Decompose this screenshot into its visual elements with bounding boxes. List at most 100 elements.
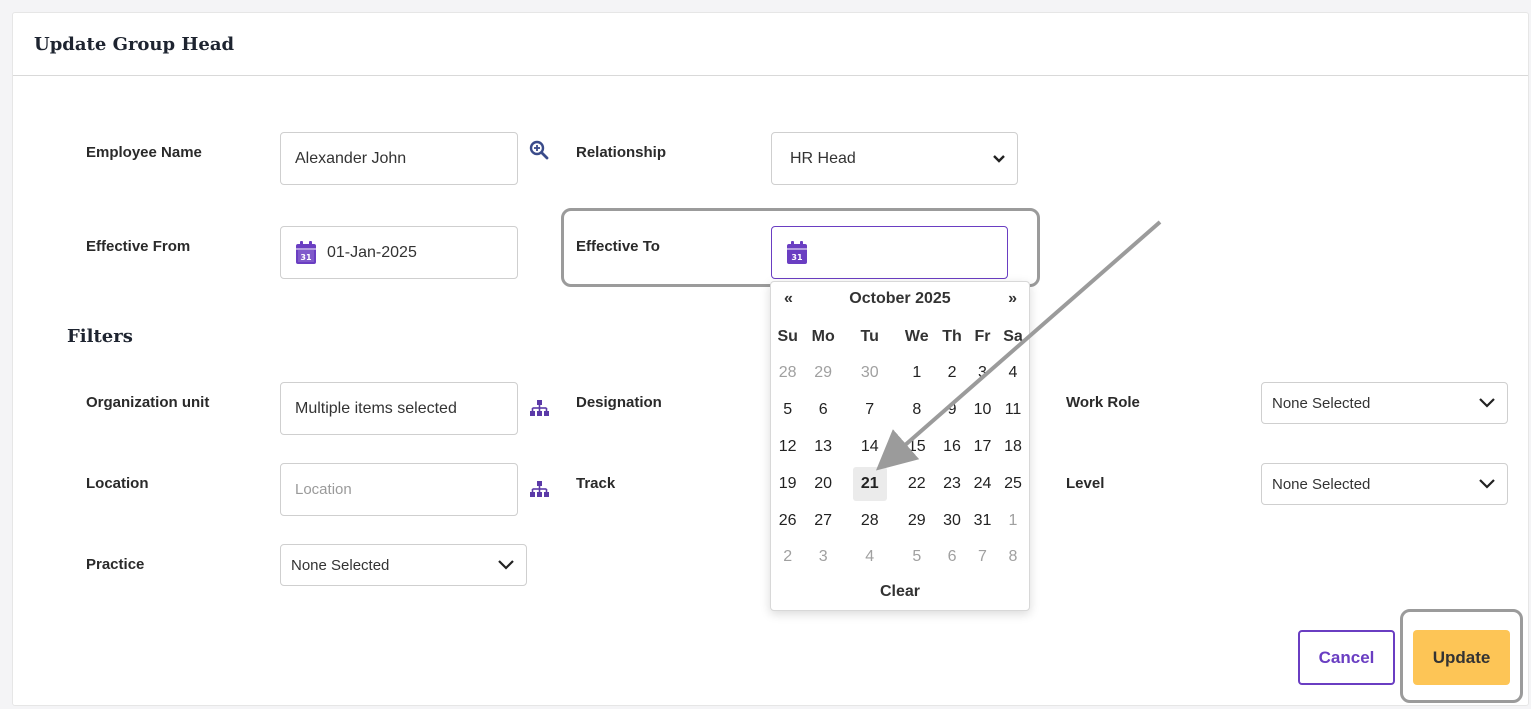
datepicker-day[interactable]: 5 [771, 392, 804, 429]
datepicker-day[interactable]: 13 [804, 429, 842, 466]
datepicker-day[interactable]: 10 [968, 392, 997, 429]
hierarchy-icon[interactable] [530, 481, 549, 498]
datepicker-day[interactable]: 28 [842, 502, 897, 539]
datepicker-day[interactable]: 14 [842, 429, 897, 466]
datepicker-day[interactable]: 19 [771, 465, 804, 502]
datepicker-day[interactable]: 12 [771, 429, 804, 466]
datepicker-day-label: 20 [814, 474, 833, 492]
datepicker-day-label: 11 [1004, 401, 1022, 419]
datepicker-day[interactable]: 9 [936, 392, 968, 429]
datepicker-day-label: 5 [783, 401, 793, 419]
datepicker-day[interactable]: 26 [771, 502, 804, 539]
datepicker-day-label: 8 [912, 401, 922, 419]
level-label: Level [1066, 475, 1105, 492]
datepicker-day-label: 6 [947, 548, 957, 566]
datepicker-day[interactable]: 3 [804, 539, 842, 576]
weekday-header: Fr [974, 327, 991, 345]
practice-select[interactable]: None Selected [280, 544, 527, 586]
work-role-label: Work Role [1066, 394, 1140, 411]
datepicker-day[interactable]: 17 [968, 429, 997, 466]
work-role-select[interactable]: None Selected [1261, 382, 1508, 424]
datepicker-day[interactable]: 8 [897, 392, 936, 429]
datepicker-day-label: 30 [860, 364, 879, 382]
datepicker-prev-button[interactable]: « [784, 290, 793, 308]
chevron-down-icon [993, 154, 1005, 163]
datepicker-day[interactable]: 7 [842, 392, 897, 429]
location-input[interactable]: Location [280, 463, 518, 516]
datepicker-day-label: 25 [1004, 474, 1022, 492]
relationship-select[interactable]: HR Head [771, 132, 1018, 185]
effective-from-input[interactable]: 31 01-Jan-2025 [280, 226, 518, 279]
datepicker-grid: Su Mo Tu We Th Fr Sa 28 29 30 1 2 3 4 5 6 7 8 9 10 11 12 13 14… [771, 318, 1029, 576]
datepicker-day[interactable]: 20 [804, 465, 842, 502]
datepicker-day-label: 13 [814, 437, 833, 455]
datepicker-clear-button[interactable]: Clear [771, 583, 1029, 601]
datepicker-day[interactable]: 6 [804, 392, 842, 429]
datepicker-day[interactable]: 6 [936, 539, 968, 576]
level-value: None Selected [1272, 475, 1371, 493]
organization-unit-input[interactable]: Multiple items selected [280, 382, 518, 435]
datepicker-day[interactable]: 28 [771, 355, 804, 392]
datepicker-day-label: 15 [907, 437, 926, 455]
datepicker-day[interactable]: 3 [968, 355, 997, 392]
employee-name-label: Employee Name [86, 144, 202, 161]
chevron-down-icon [498, 560, 514, 570]
datepicker-day-label: 5 [912, 548, 922, 566]
datepicker-day-label: 28 [778, 364, 797, 382]
calendar-icon: 31 [296, 240, 316, 264]
datepicker-day[interactable]: 29 [804, 355, 842, 392]
datepicker-day[interactable]: 1 [897, 355, 936, 392]
datepicker-day[interactable]: 27 [804, 502, 842, 539]
weekday-header: Sa [1003, 327, 1023, 345]
practice-label: Practice [86, 556, 145, 573]
datepicker-popup: October 2025 « » Su Mo Tu We Th Fr Sa 28 29 30 1 2… [770, 281, 1030, 611]
datepicker-day[interactable]: 16 [936, 429, 968, 466]
datepicker-day[interactable]: 22 [897, 465, 936, 502]
datepicker-day[interactable]: 31 [968, 502, 997, 539]
datepicker-day[interactable]: 18 [997, 429, 1029, 466]
datepicker-day[interactable]: 5 [897, 539, 936, 576]
effective-from-value: 01-Jan-2025 [327, 243, 417, 261]
datepicker-day-label: 18 [1004, 437, 1022, 455]
datepicker-day[interactable]: 11 [997, 392, 1029, 429]
datepicker-day-label: 26 [778, 511, 797, 529]
datepicker-day[interactable]: 4 [997, 355, 1029, 392]
datepicker-day[interactable]: 7 [968, 539, 997, 576]
datepicker-day-label: 7 [978, 548, 987, 566]
datepicker-day[interactable]: 2 [771, 539, 804, 576]
datepicker-day[interactable]: 15 [897, 429, 936, 466]
datepicker-day[interactable]: 4 [842, 539, 897, 576]
datepicker-day[interactable]: 29 [897, 502, 936, 539]
datepicker-day-label: 4 [865, 548, 875, 566]
datepicker-day-label: 8 [1008, 548, 1018, 566]
chevron-down-icon [1479, 398, 1495, 408]
search-zoom-icon[interactable] [529, 140, 549, 160]
employee-name-input[interactable]: Alexander John [280, 132, 518, 185]
datepicker-day-label: 3 [818, 548, 828, 566]
filters-title: Filters [67, 326, 133, 347]
datepicker-day[interactable]: 23 [936, 465, 968, 502]
datepicker-day-label: 22 [907, 474, 926, 492]
cancel-button[interactable]: Cancel [1298, 630, 1395, 685]
datepicker-day[interactable]: 30 [842, 355, 897, 392]
datepicker-day-label: 3 [978, 364, 987, 382]
datepicker-day[interactable]: 30 [936, 502, 968, 539]
datepicker-day-label: 1 [1008, 511, 1018, 529]
relationship-value: HR Head [790, 149, 856, 167]
datepicker-next-button[interactable]: » [1008, 290, 1017, 308]
datepicker-day[interactable]: 1 [997, 502, 1029, 539]
track-label: Track [576, 475, 616, 492]
datepicker-day[interactable]: 25 [997, 465, 1029, 502]
hierarchy-icon[interactable] [530, 400, 549, 417]
datepicker-day-label: 29 [907, 511, 926, 529]
datepicker-day-label: 14 [860, 437, 879, 455]
datepicker-day[interactable]: 8 [997, 539, 1029, 576]
datepicker-day[interactable]: 2 [936, 355, 968, 392]
datepicker-day[interactable]: 21 [842, 465, 897, 502]
weekday-header: Su [777, 327, 798, 345]
level-select[interactable]: None Selected [1261, 463, 1508, 505]
weekday-header: Tu [860, 327, 879, 345]
datepicker-day-label: 21 [852, 466, 887, 501]
datepicker-day[interactable]: 24 [968, 465, 997, 502]
datepicker-month[interactable]: October 2025 [771, 290, 1029, 308]
